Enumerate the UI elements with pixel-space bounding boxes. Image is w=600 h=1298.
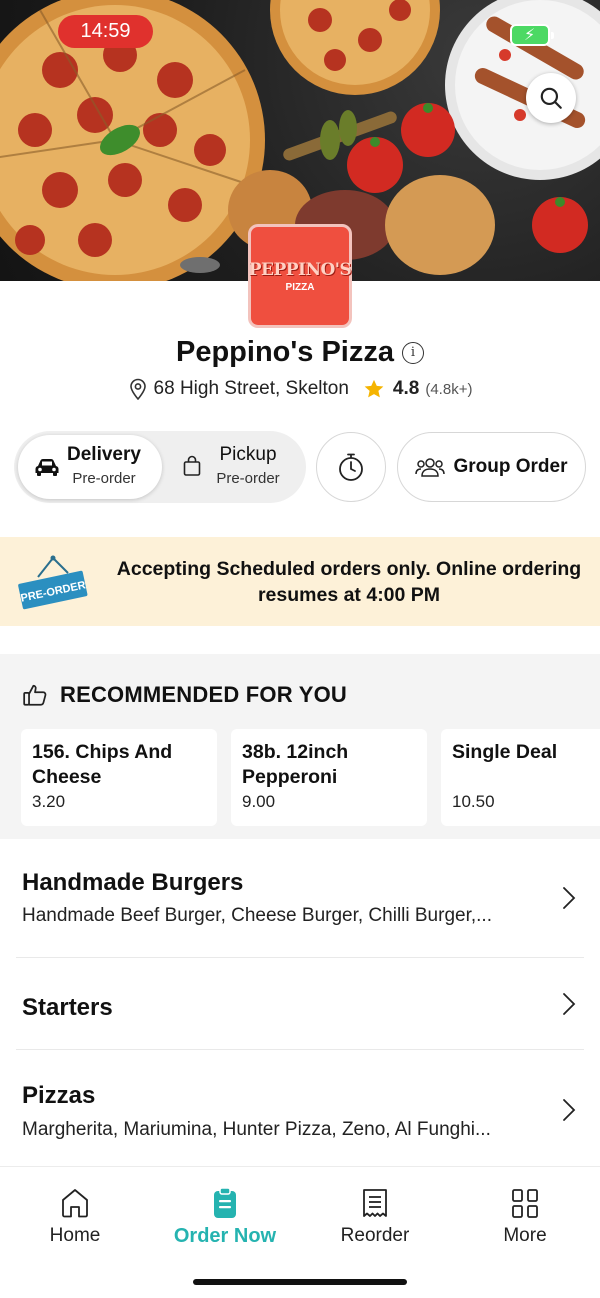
stopwatch-icon [339,453,363,481]
recommended-card[interactable]: Single Deal 10.50 [441,729,600,826]
category-description: Margherita, Mariumina, Hunter Pizza, Zen… [22,1119,491,1140]
status-time: 14:59 [58,15,153,48]
delivery-sublabel: Pre-order [72,470,136,487]
pickup-sublabel: Pre-order [216,470,280,487]
search-button[interactable] [526,73,576,123]
category-row-starters[interactable]: Starters [0,958,600,1050]
scheduled-notice: Accepting Scheduled orders only. Online … [0,537,600,626]
chevron-right-icon [563,993,576,1015]
chevron-right-icon [563,1099,576,1121]
recommended-item-price: 10.50 [452,792,495,811]
recommended-item-name: 38b. 12inch Pepperoni [242,741,349,788]
thumbs-up-icon [23,684,47,706]
search-icon [540,87,562,109]
nav-reorder[interactable]: Reorder [300,1187,450,1247]
recommended-item-price: 3.20 [32,792,66,811]
nav-more[interactable]: More [450,1187,600,1247]
order-mode-toggle: Delivery Pre-order Pickup Pre-order [14,431,306,503]
notice-text: Accepting Scheduled orders only. Online … [116,558,582,606]
recommended-card[interactable]: 156. Chips And Cheese 3.20 [21,729,217,826]
home-icon [62,1189,88,1218]
nav-home[interactable]: Home [0,1187,150,1247]
grid-icon [512,1189,538,1218]
star-icon [364,379,384,398]
category-title: Handmade Burgers [22,869,244,896]
category-row-pizzas[interactable]: Pizzas Margherita, Mariumina, Hunter Piz… [0,1050,600,1166]
location-pin-icon [129,378,146,400]
nav-order-now[interactable]: Order Now [150,1187,300,1248]
recommended-item-name: 156. Chips And Cheese [32,741,173,788]
status-time-text: 14:59 [80,20,131,42]
group-icon [415,458,446,477]
nav-label: Reorder [340,1225,410,1246]
rating-value: 4.8 [392,378,420,399]
category-title: Starters [22,994,113,1021]
restaurant-title-row: Peppino's Pizza i [0,336,600,369]
battery-icon: ⚡ [510,24,554,46]
group-order-button[interactable]: Group Order [397,432,586,502]
shopping-bag-icon [183,455,201,476]
recommended-item-name: Single Deal [452,741,558,763]
logo-line2: PIZZA [285,281,315,293]
pickup-label: Pickup [219,444,277,465]
group-order-label: Group Order [453,456,568,477]
rating-count: (4.8k+) [425,380,473,398]
receipt-icon [363,1189,387,1217]
category-row-burgers[interactable]: Handmade Burgers Handmade Beef Burger, C… [0,840,600,958]
recommended-title: RECOMMENDED FOR YOU [60,682,347,707]
category-description: Handmade Beef Burger, Cheese Burger, Chi… [22,905,492,926]
address-row: 68 High Street, Skelton 4.8 (4.8k+) [0,378,600,400]
preorder-sign-icon: PRE-ORDER [18,555,88,610]
category-title: Pizzas [22,1082,96,1109]
recommended-card[interactable]: 38b. 12inch Pepperoni 9.00 [231,729,427,826]
restaurant-address: 68 High Street, Skelton [153,378,349,399]
logo-line1: PEPPINO'S [248,259,352,280]
restaurant-name: Peppino's Pizza [176,336,394,368]
schedule-button[interactable] [316,432,386,502]
recommended-item-price: 9.00 [242,792,276,811]
recommended-header: RECOMMENDED FOR YOU [22,682,347,708]
chevron-right-icon [563,887,576,909]
restaurant-logo: PEPPINO'S PIZZA [248,224,352,328]
nav-label: Order Now [173,1225,277,1247]
pickup-option[interactable]: Pickup Pre-order [210,444,286,487]
nav-label: Home [49,1225,101,1246]
nav-label: More [503,1225,547,1246]
info-icon[interactable]: i [402,341,424,364]
home-indicator [193,1279,407,1285]
car-icon [35,459,59,476]
delivery-label: Delivery [67,444,141,465]
order-icon [214,1187,236,1218]
